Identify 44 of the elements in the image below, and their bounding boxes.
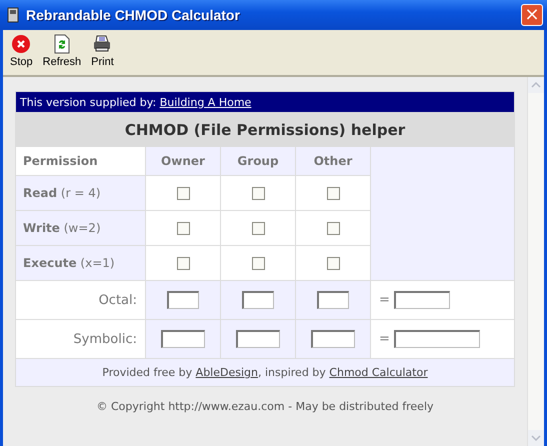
app-icon [6, 7, 20, 23]
checkbox[interactable] [252, 222, 264, 236]
column-header: Owner [146, 146, 220, 176]
input-field[interactable] [317, 291, 349, 309]
checkbox[interactable] [176, 222, 190, 236]
checkbox[interactable] [326, 222, 340, 236]
checkbox[interactable] [326, 187, 340, 200]
equals-sign: = [379, 292, 390, 308]
input-field[interactable] [167, 291, 199, 309]
toolbar-button[interactable]: Print [88, 32, 117, 75]
result-field[interactable] [394, 330, 480, 348]
column-header: Permission [16, 146, 146, 176]
window-title: Rebrandable CHMOD Calculator [26, 7, 241, 23]
input-field[interactable] [161, 330, 205, 348]
credits-text: Provided free by AbleDesign, inspired by Chmod Calculator [16, 358, 514, 386]
toolbar-button[interactable]: Refresh [40, 32, 84, 75]
row-label: Octal: [16, 280, 146, 320]
toolbar-button[interactable]: Stop [7, 32, 36, 75]
input-field[interactable] [236, 330, 280, 348]
copyright-text: © Copyright http://www.ezau.com - May be distributed freely [95, 400, 435, 413]
checkbox[interactable] [252, 187, 264, 200]
permission-label: Read (r = 4) [16, 176, 146, 210]
column-header: Other [296, 146, 370, 176]
checkbox[interactable] [176, 187, 190, 200]
heading: CHMOD (File Permissions) helper [16, 112, 514, 146]
close-button[interactable]: × [521, 4, 543, 26]
checkbox[interactable] [326, 257, 340, 270]
column-header: Group [220, 146, 296, 176]
link[interactable]: AbleDesign [196, 366, 258, 379]
refresh-icon [52, 34, 72, 54]
link[interactable]: Building A Home [160, 96, 252, 108]
input-field[interactable] [242, 291, 274, 309]
link[interactable]: Chmod Calculator [329, 366, 428, 379]
permission-label: Execute (x=1) [16, 246, 146, 280]
banner-text: This version supplied by: Building A Home [16, 92, 514, 112]
printer-icon [92, 34, 112, 54]
permission-label: Write (w=2) [16, 210, 146, 246]
checkbox[interactable] [252, 257, 264, 270]
equals-sign: = [379, 332, 390, 347]
stop-icon [11, 34, 32, 54]
row-label: Symbolic: [16, 320, 146, 358]
checkbox[interactable] [176, 257, 190, 270]
result-field[interactable] [394, 291, 450, 309]
input-field[interactable] [311, 330, 355, 348]
